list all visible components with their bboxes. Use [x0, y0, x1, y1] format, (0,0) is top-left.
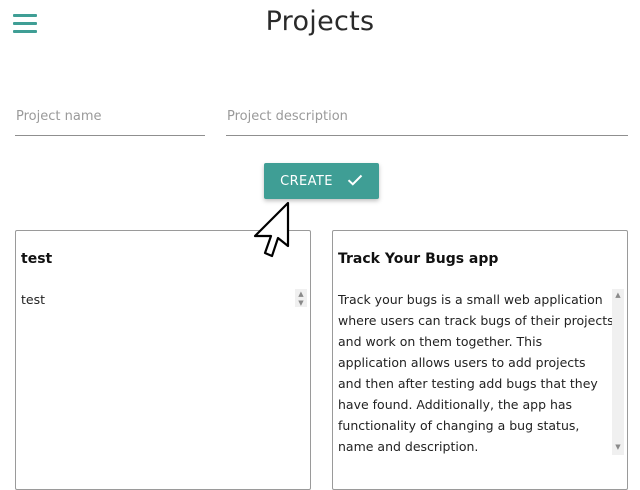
description-line: and then after testing add bugs that the… [338, 376, 598, 391]
project-card[interactable]: test test ▲ ▼ [15, 230, 311, 490]
create-button[interactable]: CREATE [264, 163, 379, 199]
project-card-description: Track your bugs is a small web applicati… [338, 289, 614, 457]
description-line: functionality of changing a bug status, [338, 418, 580, 433]
project-card-description: test [21, 292, 46, 307]
project-description-field[interactable] [226, 100, 629, 136]
project-description-input[interactable] [226, 100, 629, 132]
description-line: application allows users to add projects [338, 355, 586, 370]
project-card-title: test [21, 251, 53, 267]
project-card[interactable]: Track Your Bugs app Track your bugs is a… [332, 230, 628, 490]
description-line: where users can track bugs of their proj… [338, 313, 614, 328]
scroll-down-icon[interactable]: ▼ [295, 298, 307, 308]
check-icon [347, 172, 363, 190]
description-line: have found. Additionally, the app has [338, 397, 573, 412]
description-line: and work on them together. This [338, 334, 543, 349]
description-line: name and description. [338, 439, 479, 454]
description-scrollbar[interactable]: ▲ ▼ [295, 289, 307, 307]
mouse-pointer-icon [253, 201, 290, 258]
project-name-input[interactable] [15, 100, 206, 132]
project-card-title: Track Your Bugs app [338, 251, 499, 267]
description-line: Track your bugs is a small web applicati… [338, 292, 603, 307]
description-scrollbar[interactable]: ▲ ▼ [612, 289, 624, 455]
scroll-down-icon[interactable]: ▼ [612, 442, 624, 452]
scroll-up-icon[interactable]: ▲ [612, 290, 624, 300]
page-title: Projects [265, 6, 375, 37]
project-name-field[interactable] [15, 100, 206, 136]
create-button-label: CREATE [280, 173, 333, 189]
